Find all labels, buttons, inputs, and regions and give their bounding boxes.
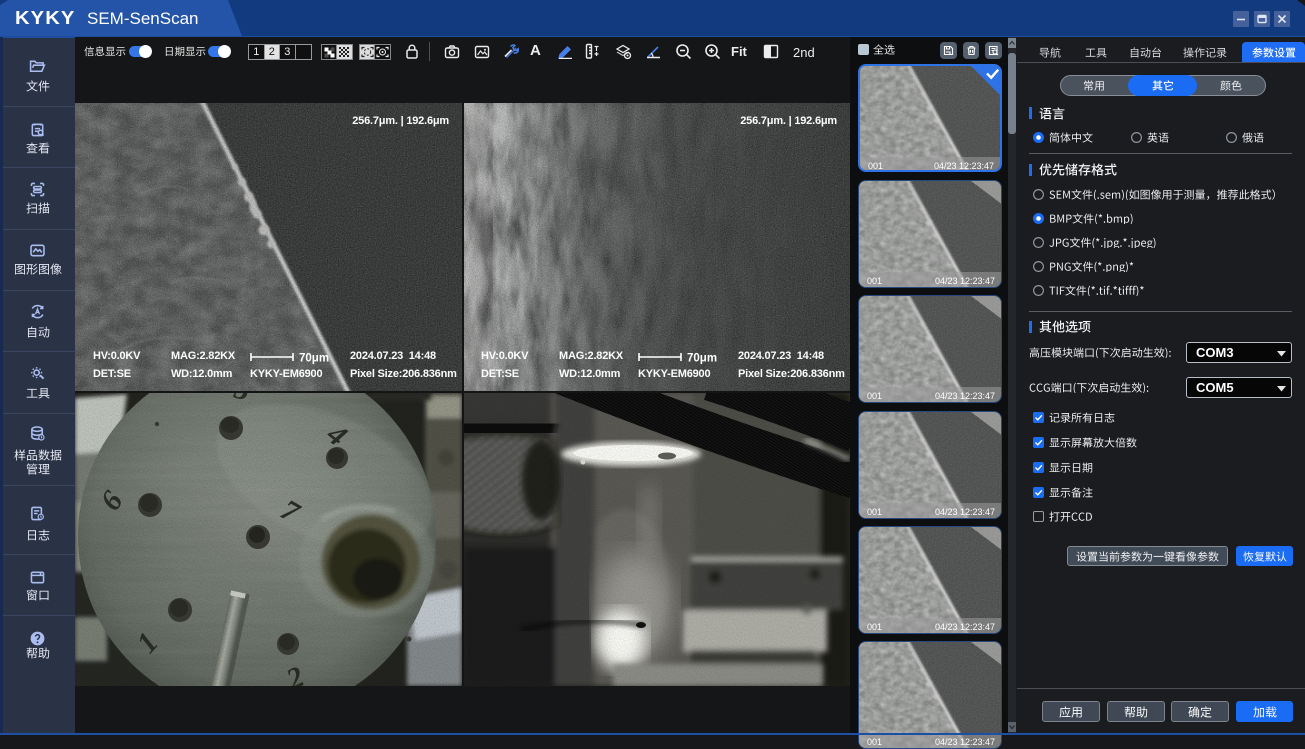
svg-text:70μm: 70μm xyxy=(687,353,717,365)
svg-text:70μm: 70μm xyxy=(299,353,329,365)
